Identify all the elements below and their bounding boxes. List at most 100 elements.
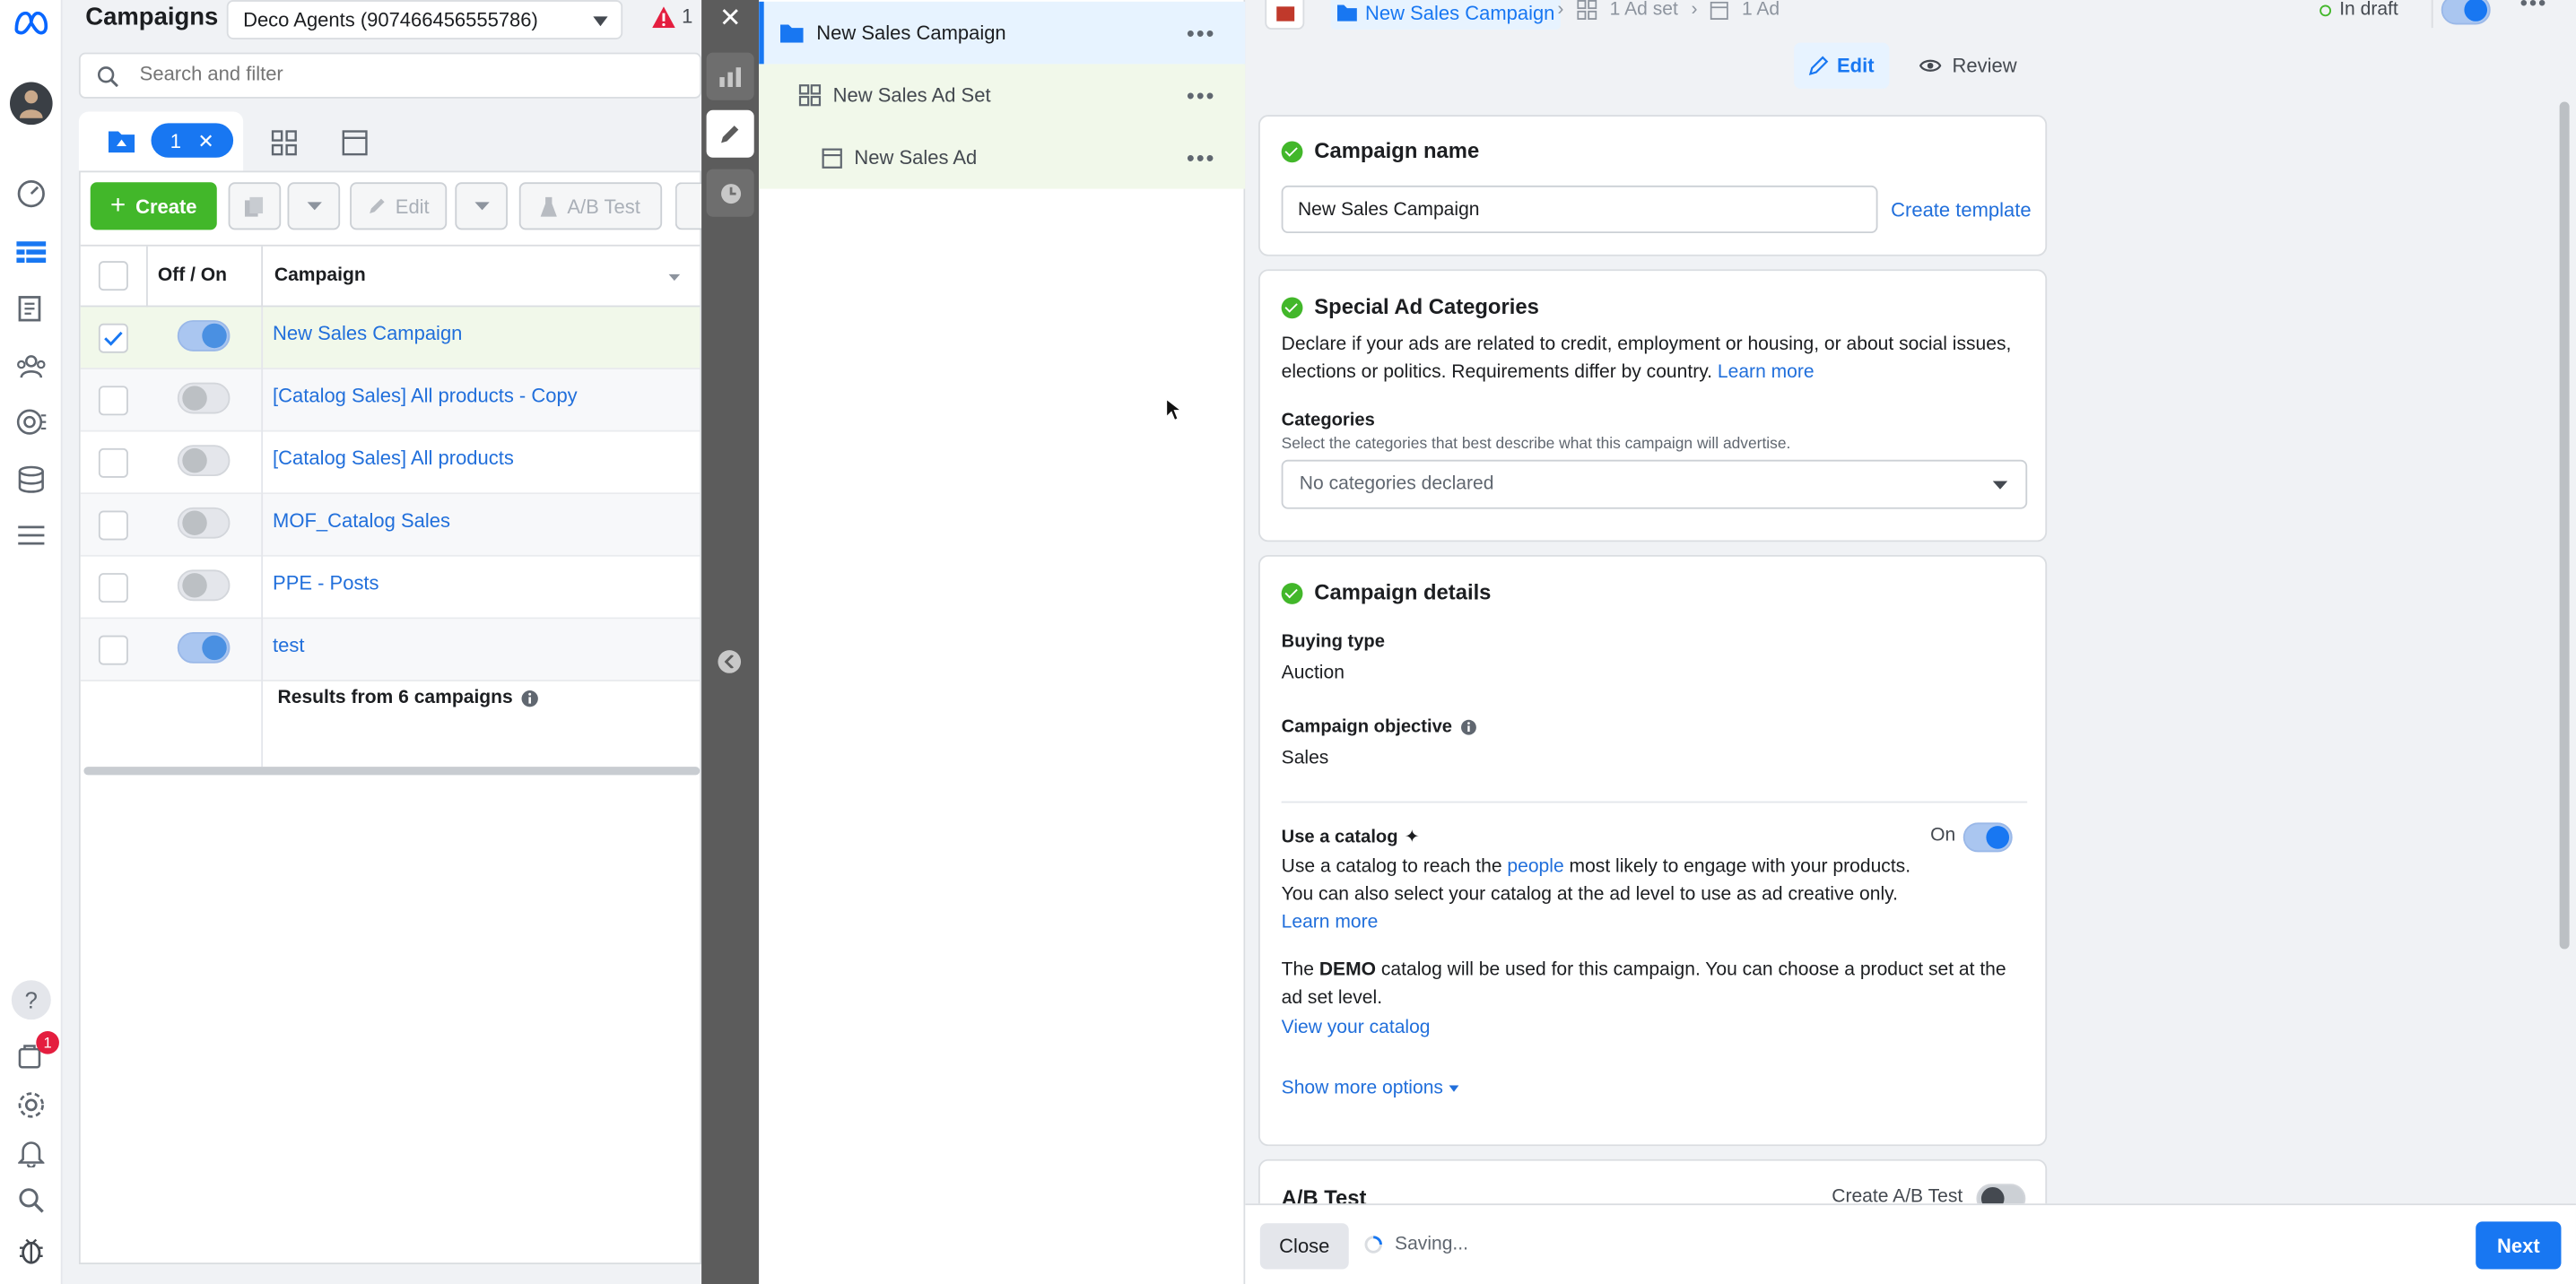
row-checkbox[interactable] [98,323,128,353]
horizontal-scrollbar[interactable] [83,767,701,776]
campaign-toggle[interactable] [177,569,231,602]
row-checkbox[interactable] [98,635,128,665]
tab-review[interactable]: Review [1916,43,2021,89]
avatar[interactable] [9,82,53,126]
learn-more-link[interactable]: Learn more [1718,363,1815,383]
notifications-icon[interactable]: 1 [12,1030,59,1075]
search-bar[interactable] [78,52,702,99]
show-more-options[interactable]: Show more options [1282,1079,1460,1098]
campaign-toggle[interactable] [177,320,231,351]
table-row[interactable]: [Catalog Sales] All products - Copy [80,369,701,432]
campaign-toggle[interactable] [177,507,231,539]
pages-icon[interactable] [12,289,51,328]
events-manager-icon[interactable] [12,403,51,442]
sort-icon[interactable] [668,273,681,282]
billing-icon[interactable] [12,460,51,499]
plus-icon: + [109,191,126,220]
bug-report-icon[interactable] [12,1230,51,1270]
info-icon[interactable] [521,689,539,707]
info-icon[interactable] [1460,719,1476,735]
table-row[interactable]: test [80,619,701,681]
catalog-toggle-label: On [1930,826,1956,846]
breadcrumb-ad[interactable]: 1 Ad [1742,0,1780,20]
people-link[interactable]: people [1507,857,1563,877]
account-selector[interactable]: Deco Agents (907466456555786) [226,0,623,39]
more-options-icon[interactable]: ••• [1187,20,1215,46]
close-icon[interactable]: ✕ [197,129,213,152]
settings-icon[interactable] [12,1085,51,1124]
more-options-icon[interactable]: ••• [1187,144,1215,170]
table-row[interactable]: [Catalog Sales] All products [80,431,701,495]
dashboard-icon[interactable] [12,174,51,213]
create-template-link[interactable]: Create template [1891,199,2031,222]
audiences-icon[interactable] [12,346,51,386]
tree-item-campaign[interactable]: New Sales Campaign ••• [759,1,1246,65]
campaign-name-link[interactable]: New Sales Campaign [273,322,462,345]
campaign-toggle[interactable] [177,632,231,664]
draft-status: In draft [2319,0,2398,20]
categories-select[interactable]: No categories declared [1281,459,2028,509]
alert-indicator[interactable]: 1 [652,4,692,28]
search-icon[interactable] [12,1181,51,1220]
column-campaign[interactable]: Campaign [274,266,366,286]
campaign-name-link[interactable]: [Catalog Sales] All products - Copy [273,385,578,408]
more-menu-icon[interactable]: ••• [2520,0,2556,26]
next-button[interactable]: Next [2476,1221,2562,1270]
row-checkbox[interactable] [98,573,128,603]
categories-help: Select the categories that best describe… [1281,435,1791,454]
learn-more-link[interactable]: Learn more [1282,913,1379,933]
select-all-checkbox[interactable] [98,261,128,291]
campaign-toggle[interactable] [177,382,231,414]
collapse-arrow-icon[interactable] [718,650,742,673]
table-row[interactable]: PPE - Posts [80,556,701,620]
history-icon[interactable] [706,169,754,217]
tab-campaigns[interactable]: 1 ✕ [78,111,244,171]
tab-ads[interactable] [342,130,368,156]
catalog-toggle[interactable] [1962,822,2013,853]
campaign-name-link[interactable]: [Catalog Sales] All products [273,447,514,470]
table-row[interactable]: MOF_Catalog Sales [80,494,701,557]
close-button[interactable]: Close [1259,1223,1349,1270]
structure-tree: New Sales Campaign ••• New Sales Ad Set … [759,0,1246,1284]
tree-item-adset[interactable]: New Sales Ad Set ••• [759,64,1246,127]
vertical-scrollbar[interactable] [2559,101,2570,950]
tree-item-ad[interactable]: New Sales Ad ••• [759,126,1246,189]
campaign-name-link[interactable]: PPE - Posts [273,571,379,594]
row-checkbox[interactable] [98,386,128,416]
campaign-objective-heading: Campaign objective [1282,717,1477,737]
edit-label: Edit [395,194,430,218]
edit-dropdown[interactable] [455,182,508,230]
chart-icon[interactable] [706,52,754,100]
campaign-toggle[interactable] [177,445,231,477]
bell-icon[interactable] [12,1133,51,1173]
duplicate-button[interactable] [228,182,282,230]
table-row[interactable]: New Sales Campaign [80,307,701,370]
ab-test-button[interactable]: A/B Test [518,182,663,230]
campaign-name-input[interactable]: New Sales Campaign [1281,185,1878,234]
campaign-name-link[interactable]: MOF_Catalog Sales [273,509,450,533]
edit-button[interactable]: Edit [350,182,448,230]
create-button[interactable]: + Create [90,182,217,230]
campaign-icon[interactable] [1265,0,1305,30]
campaign-name-link[interactable]: test [273,634,304,657]
edit-mode-icon[interactable] [706,109,754,158]
row-checkbox[interactable] [98,447,128,478]
tab-edit[interactable]: Edit [1794,42,1890,89]
duplicate-dropdown[interactable] [287,182,341,230]
menu-icon[interactable] [12,516,51,555]
breadcrumb-campaign[interactable]: New Sales Campaign [1330,0,1562,30]
more-options-icon[interactable]: ••• [1187,82,1215,108]
breadcrumb: › 1 Ad set › 1 Ad [1557,0,1780,20]
catalog-desc-part1: Use a catalog to reach the [1281,856,1502,877]
selection-filter-chip[interactable]: 1 ✕ [151,123,234,158]
close-editor-icon[interactable]: ✕ [711,0,749,36]
help-icon[interactable]: ? [11,980,51,1020]
breadcrumb-adset[interactable]: 1 Ad set [1610,0,1678,20]
meta-logo-icon[interactable] [12,4,51,43]
campaign-toggle[interactable] [2441,0,2491,25]
search-input[interactable] [139,62,666,86]
row-checkbox[interactable] [98,510,128,541]
view-catalog-link[interactable]: View your catalog [1282,1018,1431,1037]
campaigns-table-icon[interactable] [12,235,51,274]
tab-ad-sets[interactable] [271,130,297,156]
